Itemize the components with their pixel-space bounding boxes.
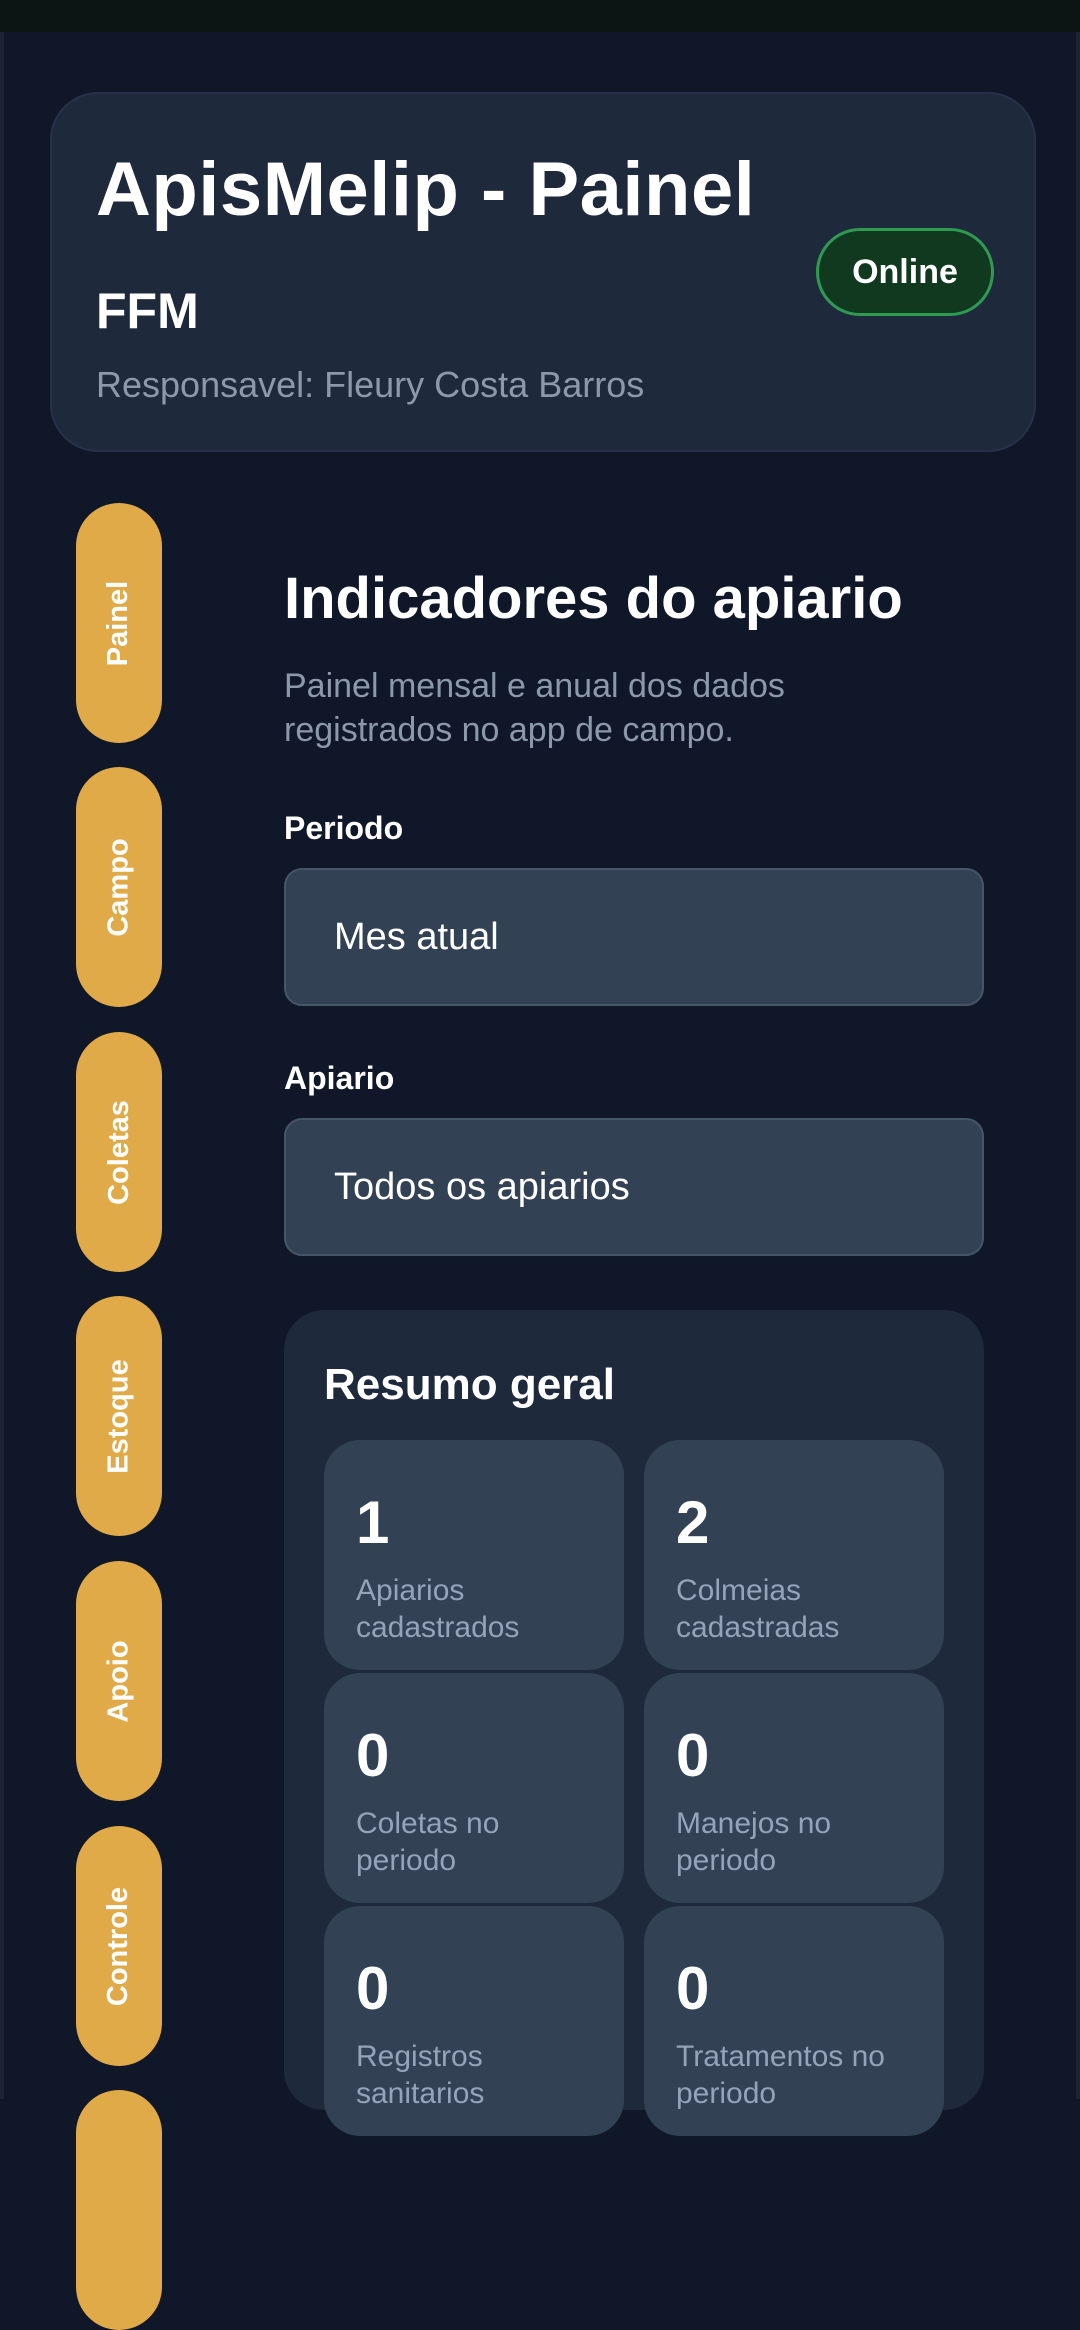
stat-value: 0 (676, 1955, 710, 2022)
stat-hives: 2 Colmeias cadastradas (644, 1440, 944, 1670)
nav-tab-label: Coletas (102, 1099, 135, 1205)
online-status-badge: Online (816, 228, 994, 316)
stat-label: Colmeias cadastradas (676, 1574, 840, 1644)
app-title: ApisMelip - Painel (96, 147, 756, 232)
organization-name: FFM (96, 283, 199, 339)
stat-value: 0 (356, 1722, 390, 1789)
stat-sanitary-records: 0 Registros sanitarios (324, 1906, 624, 2136)
nav-tab-label: Apoio (102, 1639, 135, 1723)
stat-label: Apiarios cadastrados (356, 1574, 520, 1644)
responsible-person: Responsavel: Fleury Costa Barros (96, 364, 645, 405)
stat-managements: 0 Manejos no periodo (644, 1673, 944, 1903)
nav-tab-coletas[interactable]: Coletas (76, 1032, 162, 1272)
stat-label: Tratamentos no periodo (676, 2040, 885, 2110)
stat-value: 1 (356, 1489, 390, 1556)
period-label: Periodo (284, 810, 404, 846)
nav-tab-label: Controle (102, 1886, 135, 2006)
stat-apiaries: 1 Apiarios cadastrados (324, 1440, 624, 1670)
summary-card: Resumo geral 1 Apiarios cadastrados 2 Co… (284, 1310, 984, 2136)
stat-label: Registros sanitarios (356, 2040, 485, 2110)
nav-tab-apoio[interactable]: Apoio (76, 1561, 162, 1801)
header-card: ApisMelip - Painel FFM Responsavel: Fleu… (50, 92, 1036, 452)
stat-value: 0 (676, 1722, 710, 1789)
period-select[interactable]: Mes atual (284, 868, 984, 1006)
nav-tab-label: Estoque (102, 1358, 135, 1474)
nav-tab-painel[interactable]: Painel (76, 503, 162, 743)
page-subtitle: Painel mensal e anual dos dados registra… (284, 667, 785, 749)
stat-value: 2 (676, 1489, 710, 1556)
stat-label: Coletas no periodo (356, 1807, 500, 1877)
page-title: Indicadores do apiario (284, 566, 903, 631)
stat-value: 0 (356, 1955, 390, 2022)
nav-tab-estoque[interactable]: Estoque (76, 1296, 162, 1536)
nav-tab-partial[interactable] (76, 2090, 162, 2330)
status-bar (0, 0, 1080, 32)
screen-edge-left (0, 32, 4, 2099)
screen-edge-right (1076, 32, 1080, 2099)
nav-tab-label: Campo (102, 837, 135, 937)
stat-collections: 0 Coletas no periodo (324, 1673, 624, 1903)
nav-tab-campo[interactable]: Campo (76, 767, 162, 1007)
apiary-select[interactable]: Todos os apiarios (284, 1118, 984, 1256)
nav-tab-label: Painel (102, 580, 135, 666)
summary-title: Resumo geral (324, 1360, 615, 1409)
stat-label: Manejos no periodo (676, 1807, 832, 1877)
stat-treatments: 0 Tratamentos no periodo (644, 1906, 944, 2136)
apiary-label: Apiario (284, 1060, 395, 1096)
nav-tab-controle[interactable]: Controle (76, 1826, 162, 2066)
